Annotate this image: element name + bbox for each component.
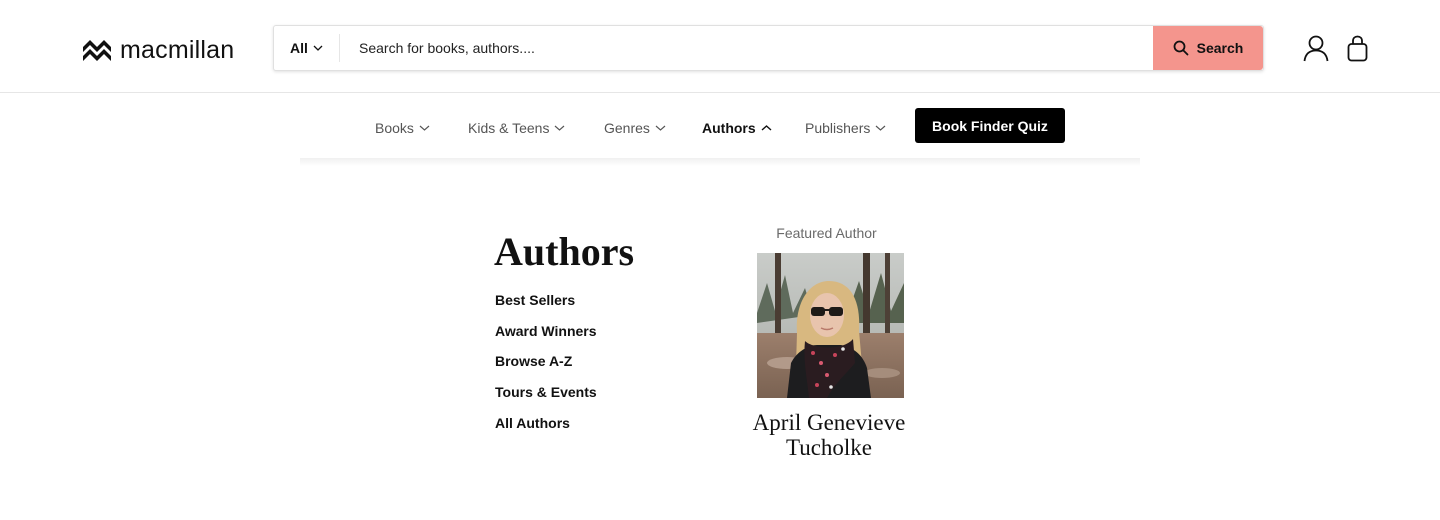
link-browse-a-z[interactable]: Browse A-Z xyxy=(495,351,597,382)
nav-item-publishers[interactable]: Publishers xyxy=(805,118,886,138)
search-icon xyxy=(1173,40,1189,56)
main-nav: Books Kids & Teens Genres Authors Publis… xyxy=(0,94,1440,156)
search-button[interactable]: Search xyxy=(1153,26,1263,70)
nav-item-kids-teens[interactable]: Kids & Teens xyxy=(468,118,565,138)
account-icon[interactable] xyxy=(1303,35,1329,67)
author-links-list: Best Sellers Award Winners Browse A-Z To… xyxy=(495,290,597,443)
search-scope-dropdown[interactable]: All xyxy=(274,34,340,62)
featured-author-name-line1: April Genevieve xyxy=(752,410,906,435)
featured-author-name[interactable]: April Genevieve Tucholke xyxy=(720,410,938,460)
nav-item-label: Publishers xyxy=(805,120,871,136)
nav-item-genres[interactable]: Genres xyxy=(604,118,666,138)
chevron-down-icon xyxy=(875,125,886,131)
book-finder-quiz-button[interactable]: Book Finder Quiz xyxy=(915,108,1065,143)
nav-item-label: Genres xyxy=(604,120,650,136)
chevron-down-icon xyxy=(655,125,666,131)
featured-author-name-line2: Tucholke xyxy=(785,435,873,460)
chevron-down-icon xyxy=(419,125,430,131)
macmillan-logo[interactable]: macmillan xyxy=(82,36,234,64)
site-header: macmillan All Search xyxy=(0,0,1440,93)
link-all-authors[interactable]: All Authors xyxy=(495,413,597,444)
link-award-winners[interactable]: Award Winners xyxy=(495,321,597,352)
nav-item-label: Books xyxy=(375,120,414,136)
nav-item-label: Kids & Teens xyxy=(468,120,550,136)
shopping-bag-icon[interactable] xyxy=(1347,35,1368,67)
link-tours-events[interactable]: Tours & Events xyxy=(495,382,597,413)
link-best-sellers[interactable]: Best Sellers xyxy=(495,290,597,321)
search-bar: All Search xyxy=(273,25,1264,71)
featured-author-photo[interactable] xyxy=(757,253,904,398)
chevron-up-icon xyxy=(761,125,772,131)
featured-author-label: Featured Author xyxy=(776,225,877,241)
search-input[interactable] xyxy=(340,26,1153,70)
chevron-down-icon xyxy=(555,125,565,131)
search-button-label: Search xyxy=(1196,40,1244,56)
nav-item-authors[interactable]: Authors xyxy=(702,118,772,138)
nav-item-label: Authors xyxy=(702,120,756,136)
chevron-down-icon xyxy=(313,45,323,51)
macmillan-logo-icon xyxy=(83,40,111,61)
search-scope-label: All xyxy=(290,40,308,56)
dropdown-divider xyxy=(300,158,1140,166)
brand-name: macmillan xyxy=(120,36,235,64)
nav-item-books[interactable]: Books xyxy=(375,118,430,138)
dropdown-title: Authors xyxy=(494,229,635,274)
